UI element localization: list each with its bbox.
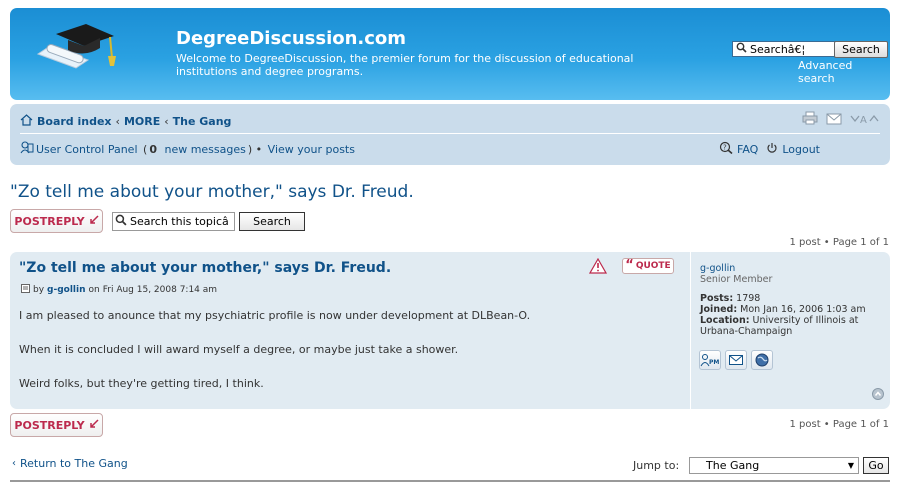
navbar-divider	[20, 133, 880, 134]
go-button[interactable]: Go	[863, 457, 889, 474]
breadcrumb-board-index[interactable]: Board index	[37, 115, 112, 128]
graduation-cap-logo[interactable]	[36, 20, 126, 80]
navbar: Board index ‹ MORE ‹ The Gang A User Con…	[10, 104, 890, 165]
post-paragraph: When it is concluded I will award myself…	[19, 343, 459, 356]
user-control-panel-link[interactable]: User Control Panel	[36, 143, 138, 156]
post: "Zo tell me about your mother," says Dr.…	[10, 252, 890, 409]
post-content: I am pleased to anounce that my psychiat…	[19, 309, 679, 411]
pm-button[interactable]: PM	[699, 350, 721, 370]
profile-location-label: Location:	[700, 315, 750, 326]
report-post-button[interactable]	[588, 257, 608, 278]
return-to-forum-link[interactable]: ‹ Return to The Gang	[12, 457, 128, 470]
post-on: on	[88, 285, 100, 295]
profile-username[interactable]: g-gollin	[700, 263, 870, 274]
post-author-line: by g-gollin on Fri Aug 15, 2008 7:14 am	[21, 284, 217, 296]
quote-button[interactable]: “ QUOTE	[622, 258, 674, 274]
home-icon	[20, 114, 33, 129]
faq-icon: ?	[719, 141, 733, 157]
faq-logout-links: ? FAQ Logout	[719, 141, 820, 157]
pagination-top: 1 post • Page 1 of 1	[789, 237, 889, 248]
search-input-value: Searchâ€¦	[750, 42, 806, 56]
site-title[interactable]: DegreeDiscussion.com	[176, 28, 406, 49]
post-by: by	[33, 285, 45, 295]
quote-icon: “	[625, 258, 634, 273]
post-title[interactable]: "Zo tell me about your mother," says Dr.…	[19, 260, 391, 276]
topic-title[interactable]: "Zo tell me about your mother," says Dr.…	[10, 182, 414, 202]
breadcrumb-separator: ‹	[164, 115, 169, 128]
website-globe-icon[interactable]	[751, 350, 773, 370]
post-date: Fri Aug 15, 2008 7:14 am	[102, 285, 218, 295]
contact-icons: PM	[699, 350, 773, 370]
user-links: User Control Panel (0 new messages) • Vi…	[20, 141, 355, 157]
email-user-icon[interactable]	[725, 350, 747, 370]
post-paragraph: Weird folks, but they're getting tired, …	[19, 377, 264, 390]
profile-posts[interactable]: 1798	[736, 293, 760, 304]
post-paragraph: I am pleased to anounce that my psychiat…	[19, 309, 531, 322]
svg-text:A: A	[860, 115, 867, 125]
footer-divider	[10, 480, 890, 482]
jump-to-select[interactable]: The Gang ▼	[689, 457, 859, 474]
breadcrumb: Board index ‹ MORE ‹ The Gang	[20, 114, 231, 129]
view-your-posts-link[interactable]: View your posts	[268, 143, 355, 156]
post-reply-label: POSTREPLY	[14, 214, 85, 228]
breadcrumb-separator: ‹	[115, 115, 120, 128]
topic-search-button[interactable]: Search	[239, 212, 305, 231]
topic-search-placeholder: Search this topicâ	[130, 215, 229, 228]
pagination-bottom: 1 post • Page 1 of 1	[789, 419, 889, 430]
reply-arrow-icon	[89, 214, 99, 228]
ucp-paren-close: ) •	[247, 142, 266, 156]
profile-joined: Mon Jan 16, 2006 1:03 am	[740, 304, 866, 315]
quote-label: QUOTE	[635, 261, 671, 271]
svg-text:?: ?	[723, 144, 727, 152]
advanced-search-link[interactable]: Advanced search	[798, 59, 890, 85]
new-messages-link[interactable]: new messages	[164, 143, 245, 156]
search-input[interactable]: Searchâ€¦	[732, 41, 836, 57]
jump-to-selected: The Gang	[706, 459, 760, 472]
power-icon	[766, 142, 778, 157]
post-reply-button[interactable]: POSTREPLY	[10, 209, 103, 233]
return-link-label: Return to The Gang	[20, 457, 128, 470]
post-icon[interactable]	[21, 284, 30, 296]
back-to-top-icon[interactable]	[872, 385, 884, 404]
dropdown-arrow-icon: ▼	[847, 461, 854, 470]
breadcrumb-more[interactable]: MORE	[124, 115, 160, 128]
search-button[interactable]: Search	[834, 41, 888, 58]
jump-to-label: Jump to:	[633, 459, 680, 472]
faq-link[interactable]: FAQ	[737, 143, 758, 156]
new-messages-count[interactable]: 0	[149, 143, 157, 156]
search-icon	[736, 42, 747, 56]
print-icon[interactable]	[802, 110, 818, 129]
ucp-space	[159, 143, 163, 156]
profile-posts-label: Posts:	[700, 293, 734, 304]
post-reply-label: POSTREPLY	[14, 418, 85, 432]
topic-search-input[interactable]: Search this topicâ	[112, 212, 235, 231]
page-tools: A	[802, 110, 880, 129]
site-description: Welcome to DegreeDiscussion, the premier…	[176, 52, 634, 78]
search-icon	[115, 214, 127, 229]
profile-rank: Senior Member	[700, 274, 773, 285]
user-control-panel-icon	[20, 141, 34, 157]
profile-joined-label: Joined:	[700, 304, 738, 315]
post-reply-button-bottom[interactable]: POSTREPLY	[10, 413, 103, 437]
post-author-name[interactable]: g-gollin	[47, 285, 85, 295]
site-header: DegreeDiscussion.com Welcome to DegreeDi…	[10, 8, 890, 100]
post-profile: g-gollin Senior Member Posts: 1798 Joine…	[690, 252, 890, 409]
ucp-paren-open: (	[139, 142, 148, 156]
chevron-left-icon: ‹	[12, 458, 16, 469]
email-topic-icon[interactable]	[826, 110, 842, 129]
font-size-change-icon[interactable]: A	[850, 110, 880, 129]
logout-link[interactable]: Logout	[782, 143, 820, 156]
reply-arrow-icon	[89, 418, 99, 432]
pm-label: PM	[709, 359, 719, 366]
breadcrumb-the-gang[interactable]: The Gang	[173, 115, 232, 128]
